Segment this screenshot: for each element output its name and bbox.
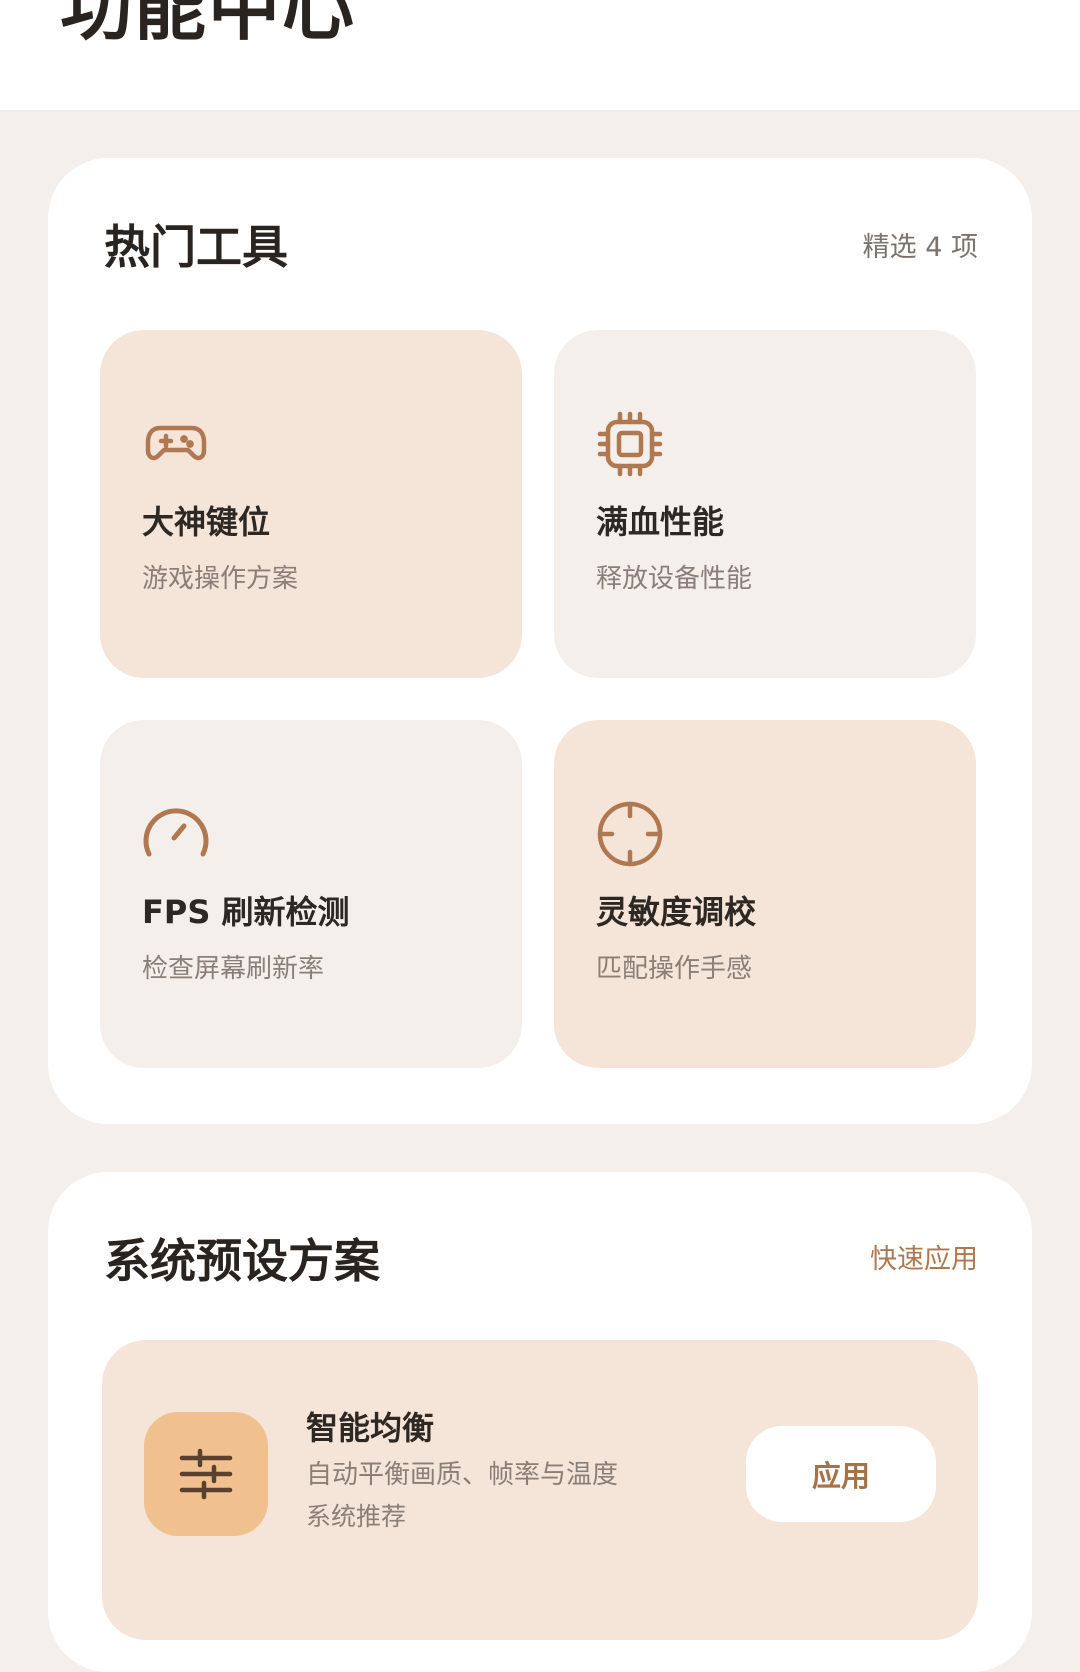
quick-apply-link[interactable]: 快速应用 [870, 1246, 978, 1273]
tool-tile-title: 满血性能 [596, 503, 725, 541]
system-presets-card: 系统预设方案 快速应用 智能均衡 自动平衡画质、帧率与温度 系统推荐 应用 [48, 1172, 1032, 1672]
tool-tile-sensitivity[interactable]: 灵敏度调校 匹配操作手感 [554, 720, 976, 1068]
tool-tile-subtitle: 释放设备性能 [596, 564, 753, 594]
sliders-icon [179, 1448, 233, 1500]
speedometer-icon [143, 808, 209, 857]
tool-tile-fps-check[interactable]: FPS 刷新检测 检查屏幕刷新率 [100, 720, 522, 1068]
crosshair-icon [597, 801, 663, 867]
hot-tools-title: 热门工具 [104, 220, 288, 274]
tool-tile-subtitle: 游戏操作方案 [142, 564, 299, 594]
presets-title: 系统预设方案 [104, 1234, 380, 1288]
tool-tile-title: FPS 刷新检测 [142, 893, 350, 931]
apply-button[interactable]: 应用 [746, 1426, 936, 1522]
page-title: 功能中心 [60, 0, 357, 50]
gamepad-icon [145, 425, 207, 461]
tool-tile-performance[interactable]: 满血性能 释放设备性能 [554, 330, 976, 678]
top-header: 功能中心 [0, 0, 1080, 110]
preset-item-smart-balance[interactable]: 智能均衡 自动平衡画质、帧率与温度 系统推荐 应用 [102, 1340, 978, 1640]
tool-tile-title: 大神键位 [142, 503, 271, 541]
hot-tools-count: 精选 4 项 [862, 232, 978, 263]
tool-tile-subtitle: 匹配操作手感 [596, 954, 753, 984]
preset-icon-box [144, 1412, 268, 1536]
preset-name: 智能均衡 [306, 1409, 435, 1447]
preset-tag: 系统推荐 [306, 1502, 407, 1531]
tool-tile-subtitle: 检查屏幕刷新率 [142, 954, 325, 984]
hot-tools-card: 热门工具 精选 4 项 大神键位 游戏操作方案 满血性能 释放设备性能 FPS … [48, 158, 1032, 1124]
tool-tile-key-mapping[interactable]: 大神键位 游戏操作方案 [100, 330, 522, 678]
chip-icon [597, 411, 663, 477]
preset-description: 自动平衡画质、帧率与温度 [306, 1460, 619, 1490]
tool-tile-title: 灵敏度调校 [596, 893, 757, 931]
